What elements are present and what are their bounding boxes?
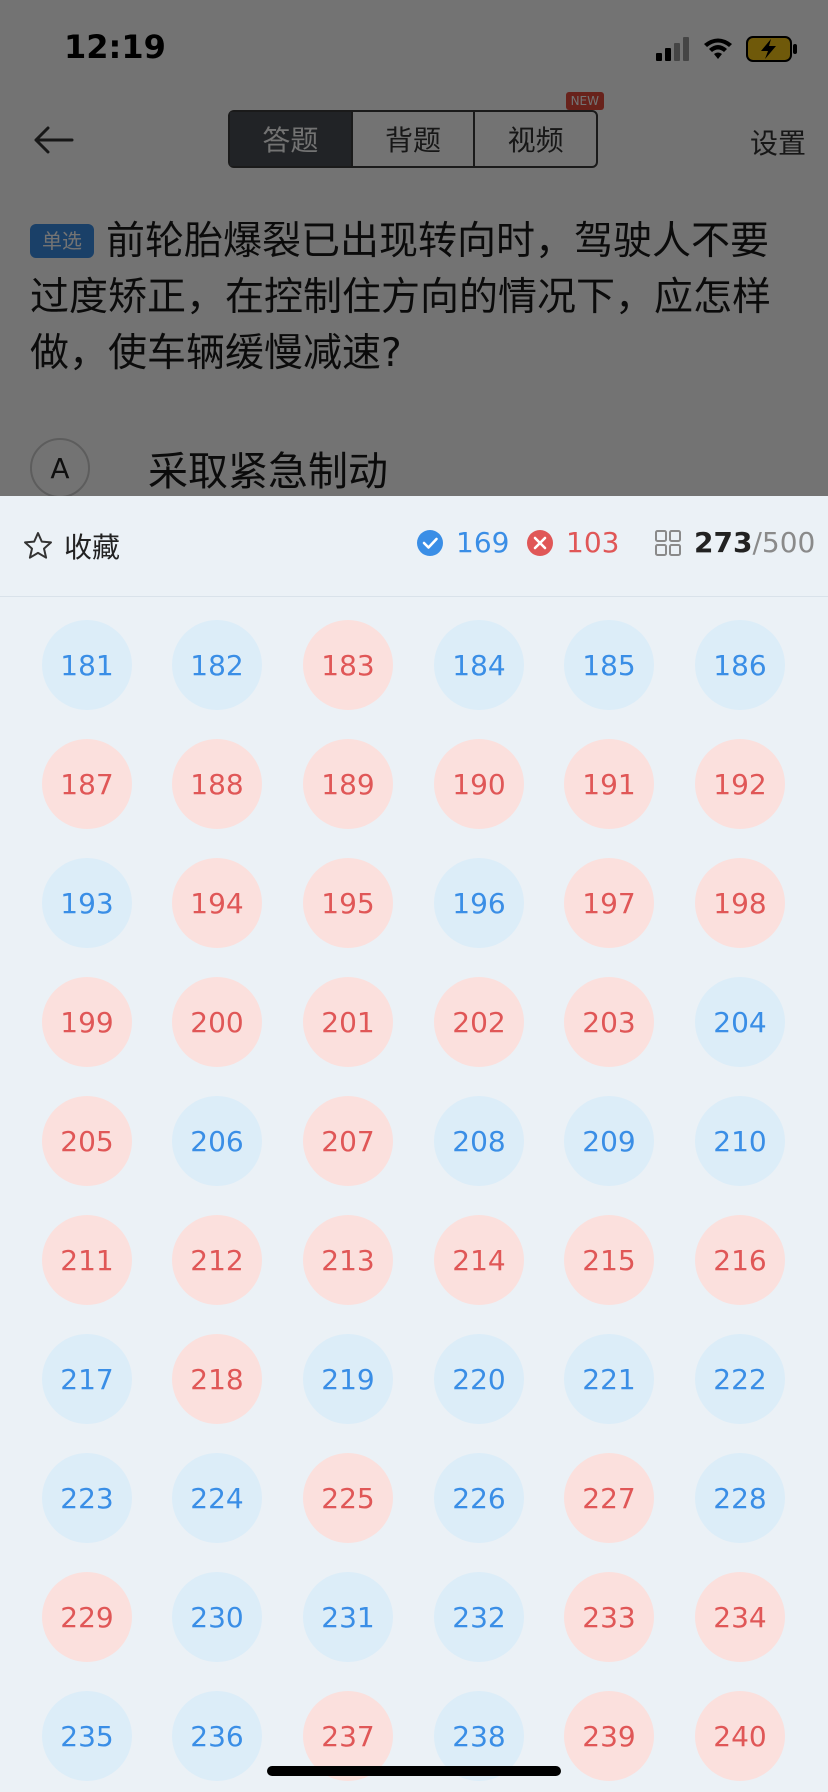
tab-video[interactable]: 视频 NEW (475, 92, 605, 166)
total-separator: / (752, 526, 762, 559)
question-type-badge: 单选 (30, 224, 94, 258)
question-number-wrong[interactable]: 234 (695, 1572, 785, 1662)
cross-circle-icon (527, 529, 553, 556)
tab-memorize-label: 背题 (385, 124, 442, 157)
question-number-correct[interactable]: 219 (303, 1334, 393, 1424)
question-number-correct[interactable]: 220 (434, 1334, 524, 1424)
question-number-wrong[interactable]: 240 (695, 1691, 785, 1781)
favorite-button[interactable]: 收藏 (22, 526, 120, 566)
option-letter: A (30, 438, 90, 498)
question-number-correct[interactable]: 186 (695, 620, 785, 710)
question-number-wrong[interactable]: 213 (303, 1215, 393, 1305)
star-icon (24, 532, 52, 559)
option-a[interactable]: A 采取紧急制动 (30, 438, 388, 498)
question-number-correct[interactable]: 232 (434, 1572, 524, 1662)
question-number-correct[interactable]: 181 (42, 620, 132, 710)
question-number-correct[interactable]: 182 (172, 620, 262, 710)
sheet-header: 收藏 169 103 273/500 (0, 496, 828, 597)
question-text-block: 单选 前轮胎爆裂已出现转向时，驾驶人不要过度矫正，在控制住方向的情况下，应怎样做，… (30, 214, 800, 382)
question-number-wrong[interactable]: 199 (42, 977, 132, 1067)
question-number-wrong[interactable]: 207 (303, 1096, 393, 1186)
question-number-correct[interactable]: 210 (695, 1096, 785, 1186)
question-number-wrong[interactable]: 239 (564, 1691, 654, 1781)
question-number-wrong[interactable]: 183 (303, 620, 393, 710)
question-number-wrong[interactable]: 211 (42, 1215, 132, 1305)
answer-card-sheet: 收藏 169 103 273/500 181 182 183 184 185 1… (0, 496, 828, 1792)
question-number-wrong[interactable]: 188 (172, 739, 262, 829)
tab-video-label: 视频 (507, 124, 564, 157)
question-number-correct[interactable]: 228 (695, 1453, 785, 1543)
question-number-correct[interactable]: 196 (434, 858, 524, 948)
question-number-wrong[interactable]: 195 (303, 858, 393, 948)
tab-answer[interactable]: 答题 (230, 112, 353, 166)
status-icons (654, 36, 798, 62)
question-number-wrong[interactable]: 190 (434, 739, 524, 829)
status-time: 12:19 (64, 28, 166, 66)
question-page: 12:19 答题 背题 视频 NEW 设置 单选 前轮胎爆裂已出现转向时，驾驶人… (0, 0, 828, 500)
check-circle-icon (417, 529, 443, 556)
question-number-wrong[interactable]: 214 (434, 1215, 524, 1305)
question-text: 前轮胎爆裂已出现转向时，驾驶人不要过度矫正，在控制住方向的情况下，应怎样做，使车… (30, 219, 772, 376)
question-number-wrong[interactable]: 227 (564, 1453, 654, 1543)
signal-icon (656, 37, 689, 61)
question-number-wrong[interactable]: 189 (303, 739, 393, 829)
question-number-correct[interactable]: 206 (172, 1096, 262, 1186)
question-number-wrong[interactable]: 205 (42, 1096, 132, 1186)
wrong-count: 103 (526, 526, 619, 559)
tab-memorize[interactable]: 背题 (353, 112, 476, 166)
question-number-wrong[interactable]: 194 (172, 858, 262, 948)
question-number-wrong[interactable]: 229 (42, 1572, 132, 1662)
question-number-wrong[interactable]: 200 (172, 977, 262, 1067)
question-number-correct[interactable]: 217 (42, 1334, 132, 1424)
question-number-correct[interactable]: 221 (564, 1334, 654, 1424)
mode-tabs: 答题 背题 视频 NEW (228, 92, 605, 168)
question-number-wrong[interactable]: 198 (695, 858, 785, 948)
question-number-wrong[interactable]: 201 (303, 977, 393, 1067)
question-number-wrong[interactable]: 191 (564, 739, 654, 829)
new-badge: NEW (565, 92, 605, 110)
progress-total[interactable]: 273/500 (654, 526, 815, 559)
question-number-wrong[interactable]: 203 (564, 977, 654, 1067)
question-number-wrong[interactable]: 233 (564, 1572, 654, 1662)
question-number-correct[interactable]: 226 (434, 1453, 524, 1543)
app-screen: 12:19 答题 背题 视频 NEW 设置 单选 前轮胎爆裂已出现转向时，驾驶人… (0, 0, 828, 1792)
wifi-icon (704, 38, 732, 59)
question-number-wrong[interactable]: 215 (564, 1215, 654, 1305)
question-number-wrong[interactable]: 225 (303, 1453, 393, 1543)
question-number-correct[interactable]: 193 (42, 858, 132, 948)
question-number-correct[interactable]: 231 (303, 1572, 393, 1662)
question-number-correct[interactable]: 222 (695, 1334, 785, 1424)
question-number-correct[interactable]: 224 (172, 1453, 262, 1543)
arrow-left-icon[interactable] (32, 118, 76, 162)
question-number-correct[interactable]: 236 (172, 1691, 262, 1781)
question-number-wrong[interactable]: 218 (172, 1334, 262, 1424)
question-number-wrong[interactable]: 202 (434, 977, 524, 1067)
question-number-correct[interactable]: 185 (564, 620, 654, 710)
question-number-wrong[interactable]: 197 (564, 858, 654, 948)
total-current: 273 (694, 526, 753, 559)
option-text: 采取紧急制动 (148, 449, 388, 495)
question-number-correct[interactable]: 230 (172, 1572, 262, 1662)
question-number-correct[interactable]: 204 (695, 977, 785, 1067)
question-number-correct[interactable]: 208 (434, 1096, 524, 1186)
question-number-correct[interactable]: 235 (42, 1691, 132, 1781)
correct-count-value: 169 (456, 526, 510, 559)
question-number-wrong[interactable]: 216 (695, 1215, 785, 1305)
settings-button[interactable]: 设置 (750, 122, 806, 162)
question-number-wrong[interactable]: 192 (695, 739, 785, 829)
correct-count: 169 (416, 526, 509, 559)
question-number-correct[interactable]: 209 (564, 1096, 654, 1186)
tab-answer-label: 答题 (262, 124, 319, 157)
total-max: 500 (761, 526, 816, 559)
question-number-correct[interactable]: 184 (434, 620, 524, 710)
question-number-wrong[interactable]: 212 (172, 1215, 262, 1305)
question-number-correct[interactable]: 223 (42, 1453, 132, 1543)
favorite-label: 收藏 (64, 531, 121, 564)
wrong-count-value: 103 (566, 526, 620, 559)
battery-charging-icon (746, 36, 797, 62)
grid-icon (655, 529, 681, 556)
home-indicator (267, 1766, 561, 1776)
question-number-wrong[interactable]: 187 (42, 739, 132, 829)
